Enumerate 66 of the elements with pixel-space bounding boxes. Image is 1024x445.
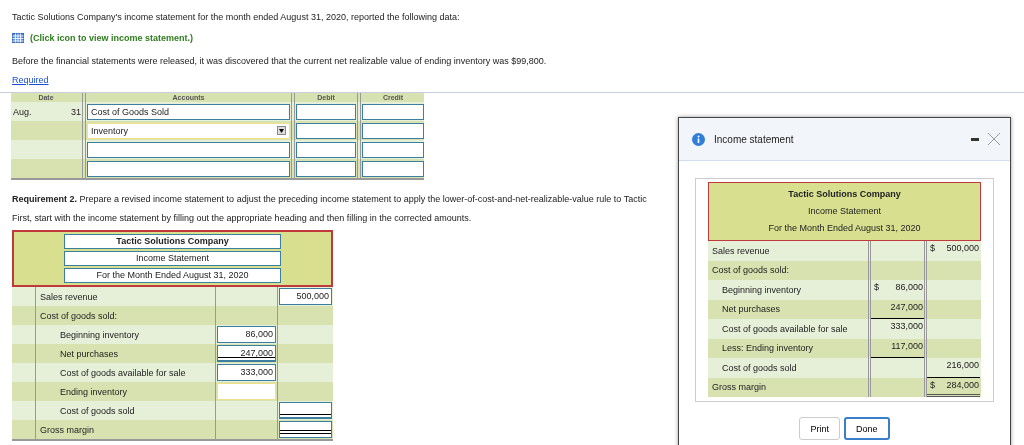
credit-field[interactable]: [362, 122, 424, 139]
minimize-icon[interactable]: [971, 137, 979, 141]
amount-field[interactable]: 247,000: [217, 345, 276, 362]
print-button[interactable]: Print: [799, 417, 840, 440]
credit-field[interactable]: [362, 160, 424, 177]
table-icon[interactable]: [12, 33, 24, 43]
amount-field[interactable]: 86,000: [217, 326, 276, 343]
account-dropdown[interactable]: Inventory: [87, 122, 290, 139]
dialog-title: Income statement: [714, 133, 795, 145]
amount-text: 333,000: [890, 321, 923, 331]
amount-field[interactable]: 500,000: [279, 288, 332, 305]
amount-field[interactable]: [279, 421, 332, 438]
line-label: Cost of goods sold:: [711, 265, 790, 276]
heading-field[interactable]: Income Statement: [64, 251, 281, 266]
date-month: Aug.: [13, 106, 32, 117]
line-label: Sales revenue: [711, 245, 770, 256]
line-label: Cost of goods available for sale: [721, 323, 848, 334]
line-label: Cost of goods sold: [721, 362, 797, 373]
line-label: Net purchases: [59, 348, 119, 359]
line-label: Less: Ending inventory: [721, 343, 814, 354]
line-label: Cost of goods sold: [59, 405, 135, 416]
line-label: Gross margin: [39, 424, 94, 435]
account-field[interactable]: Cost of Goods Sold: [87, 103, 290, 120]
line-label: Cost of goods available for sale: [59, 367, 186, 378]
account-field[interactable]: [87, 160, 290, 177]
statement-heading: Tactic Solutions Company: [788, 188, 901, 201]
line-label: Beginning inventory: [721, 284, 802, 295]
credit-field[interactable]: [362, 103, 424, 120]
currency-sign: $: [930, 379, 935, 390]
requirement-text: Requirement 2. Prepare a revised income statement to adjust the preceding income statement to apply the lower-of-cost-and-net-realizable-value rule to Tactic: [12, 193, 647, 206]
amount-text: 117,000: [891, 340, 923, 351]
heading-field[interactable]: Tactic Solutions Company: [64, 234, 281, 249]
amount-text: 216,000: [946, 360, 979, 370]
amount-field[interactable]: [279, 402, 332, 419]
account-field[interactable]: [87, 141, 290, 158]
intro-text: Tactic Solutions Company's income statement for the month ended August 31, 2020, reported the following data:: [12, 11, 460, 24]
amount-text: 247,000: [890, 301, 923, 312]
done-button[interactable]: Done: [844, 417, 890, 440]
credit-field[interactable]: [362, 141, 424, 158]
statement-heading: Income Statement: [807, 205, 881, 218]
amount-field[interactable]: 333,000: [217, 364, 276, 381]
currency-sign: $: [874, 282, 879, 292]
amount-text: 500,000: [946, 243, 979, 253]
amount-text: 86,000: [895, 282, 923, 292]
debit-field[interactable]: [296, 141, 356, 158]
date-day: 31: [71, 106, 81, 117]
currency-sign: $: [930, 243, 935, 253]
instruction-text: First, start with the income statement by filling out the appropriate heading and then filling in the corrected amounts.: [12, 212, 472, 225]
debit-field[interactable]: [296, 122, 356, 139]
line-label: Sales revenue: [39, 291, 98, 302]
line-label: Net purchases: [721, 304, 781, 315]
required-link[interactable]: Required: [12, 75, 49, 85]
note-text: Before the financial statements were released, it was discovered that the current net realizable value of ending inventory was $99,800.: [12, 55, 547, 68]
close-icon[interactable]: [988, 133, 1000, 145]
heading-field[interactable]: For the Month Ended August 31, 2020: [64, 268, 281, 283]
line-label: Cost of goods sold:: [39, 310, 118, 321]
statement-heading: For the Month Ended August 31, 2020: [768, 222, 921, 235]
line-label: Ending inventory: [59, 386, 128, 397]
caret-icon: [279, 128, 284, 133]
amount-text: 284,000: [946, 379, 979, 390]
line-label: Beginning inventory: [59, 329, 140, 340]
line-label: Gross margin: [711, 382, 766, 393]
view-statement-link[interactable]: (Click icon to view income statement.): [30, 33, 194, 43]
debit-field[interactable]: [296, 160, 356, 177]
info-icon: [692, 132, 705, 146]
debit-field[interactable]: [296, 103, 356, 120]
